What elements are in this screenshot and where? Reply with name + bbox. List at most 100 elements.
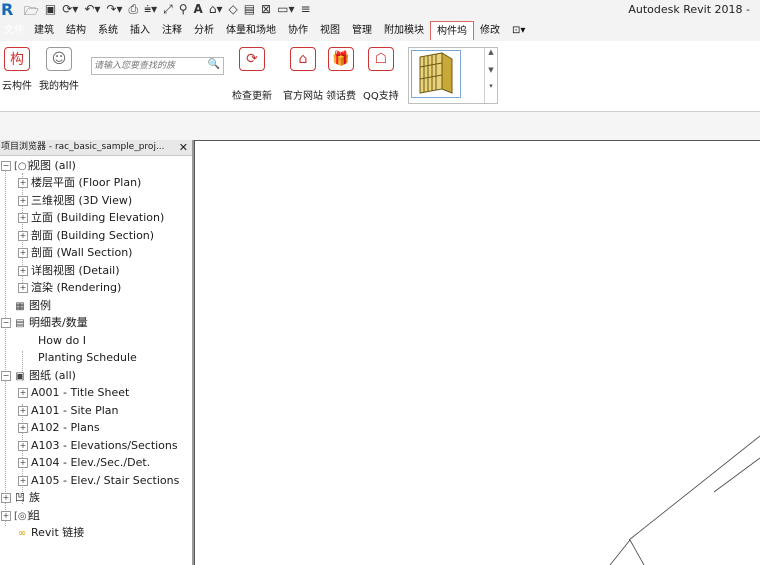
- collapse-icon[interactable]: −: [1, 318, 11, 328]
- ribbon-footer-band: [0, 112, 760, 141]
- tab-component-dock[interactable]: 构件坞: [430, 21, 474, 40]
- tab-structure[interactable]: 结构: [60, 21, 92, 40]
- family-search-box: 🔍: [91, 57, 224, 75]
- expand-icon[interactable]: +: [18, 406, 28, 416]
- cloud-component-icon: 构: [4, 47, 30, 71]
- close-icon[interactable]: ✕: [179, 140, 188, 155]
- expand-icon[interactable]: +: [18, 458, 28, 468]
- tree-node-schedules[interactable]: − ▤ 明细表/数量: [1, 314, 88, 331]
- tree-node-how-do-i[interactable]: How do I: [38, 332, 86, 349]
- tab-analyze[interactable]: 分析: [188, 21, 220, 40]
- tree-node-a001[interactable]: + A001 - Title Sheet: [18, 384, 129, 401]
- legend-icon: ▦: [15, 301, 25, 312]
- expand-icon[interactable]: +: [18, 441, 28, 451]
- link-icon: ∞: [17, 528, 27, 539]
- expand-icon[interactable]: +: [18, 178, 28, 188]
- my-component-button[interactable]: ☺ 我的构件: [39, 47, 79, 92]
- tab-modify[interactable]: 修改: [474, 21, 506, 40]
- tab-manage[interactable]: 管理: [346, 21, 378, 40]
- group-icon: [◎]: [14, 511, 31, 522]
- cloud-component-button[interactable]: 构 云构件: [2, 47, 32, 92]
- ribbon-panel: 构 云构件 ☺ 我的构件 🔍 ⟳ 检查更新 ⌂ 官方网站 🎁 领话费 ☖ QQ支…: [0, 41, 760, 112]
- tree-node-legends[interactable]: ▦ 图例: [14, 297, 51, 314]
- component-gallery[interactable]: ▲ ▼ ▾: [408, 47, 498, 104]
- scroll-down-icon[interactable]: ▼: [485, 66, 497, 74]
- collapse-icon[interactable]: −: [1, 161, 11, 171]
- family-icon: 凹: [15, 493, 25, 504]
- gallery-expand-icon[interactable]: ▾: [485, 82, 497, 90]
- search-icon[interactable]: 🔍: [208, 59, 220, 70]
- model-lines: [609, 435, 760, 565]
- tree-node-a102[interactable]: + A102 - Plans: [18, 419, 100, 436]
- cloud-component-label: 云构件: [2, 81, 32, 92]
- get-coins-button[interactable]: 🎁 领话费: [326, 47, 356, 102]
- tab-insert[interactable]: 插入: [124, 21, 156, 40]
- tree-node-planting-schedule[interactable]: Planting Schedule: [38, 349, 137, 366]
- tree-node-sheets[interactable]: − ▣ 图纸 (all): [1, 367, 76, 384]
- tree-node-3d-view[interactable]: + 三维视图 (3D View): [18, 192, 132, 209]
- my-component-label: 我的构件: [39, 81, 79, 92]
- tab-collaborate[interactable]: 协作: [282, 21, 314, 40]
- expand-icon[interactable]: +: [18, 283, 28, 293]
- tab-architecture[interactable]: 建筑: [28, 21, 60, 40]
- refresh-icon: ⟳: [239, 47, 265, 71]
- tab-file[interactable]: 文件: [0, 21, 28, 40]
- tree-node-floor-plan[interactable]: + 楼层平面 (Floor Plan): [18, 174, 141, 191]
- tree-node-a101[interactable]: + A101 - Site Plan: [18, 402, 119, 419]
- qq-icon: ☖: [367, 47, 394, 71]
- expand-icon[interactable]: +: [1, 511, 11, 521]
- tab-panel-toggle[interactable]: ⊡▾: [506, 21, 531, 40]
- tab-view[interactable]: 视图: [314, 21, 346, 40]
- expand-icon[interactable]: +: [1, 493, 11, 503]
- expand-icon[interactable]: +: [18, 196, 28, 206]
- revit-logo-icon[interactable]: R: [1, 0, 13, 19]
- drawing-canvas[interactable]: [194, 140, 760, 565]
- check-update-button[interactable]: ⟳ 检查更新: [232, 47, 272, 102]
- tree-node-building-elevation[interactable]: + 立面 (Building Elevation): [18, 209, 164, 226]
- official-site-label: 官方网站: [283, 91, 323, 102]
- tree-node-a103[interactable]: + A103 - Elevations/Sections: [18, 437, 178, 454]
- official-site-button[interactable]: ⌂ 官方网站: [283, 47, 323, 102]
- expand-icon[interactable]: +: [18, 388, 28, 398]
- sheet-icon: ▣: [15, 371, 25, 382]
- expand-icon[interactable]: +: [18, 231, 28, 241]
- tree-node-wall-section[interactable]: + 剖面 (Wall Section): [18, 244, 132, 261]
- tab-systems[interactable]: 系统: [92, 21, 124, 40]
- tab-addins[interactable]: 附加模块: [378, 21, 430, 40]
- qq-support-button[interactable]: ☖ QQ支持: [363, 47, 399, 102]
- get-coins-label: 领话费: [326, 91, 356, 102]
- tree-node-views[interactable]: − [○]视图 (all): [1, 157, 76, 174]
- app-title: Autodesk Revit 2018 -: [628, 3, 750, 16]
- scroll-up-icon[interactable]: ▲: [485, 48, 497, 56]
- user-avatar-icon: ☺: [46, 47, 72, 71]
- tree-node-a105[interactable]: + A105 - Elev./ Stair Sections: [18, 472, 179, 489]
- tree-node-families[interactable]: + 凹族: [1, 489, 40, 506]
- tree-node-groups[interactable]: + [◎]组: [1, 507, 40, 524]
- tree-node-rendering[interactable]: + 渲染 (Rendering): [18, 279, 121, 296]
- quick-access-toolbar: R 🗁 ▣ ⟳▾ ↶▾ ↷▾ ⎙ ⩧▾ ⤢ ⚲ A ⌂▾ ◇ ▤ ⊠ ▭▾ ≡ …: [0, 0, 760, 20]
- expand-icon[interactable]: +: [18, 266, 28, 276]
- expand-icon[interactable]: +: [18, 248, 28, 258]
- tab-massing-site[interactable]: 体量和场地: [220, 21, 282, 40]
- expand-icon[interactable]: +: [18, 476, 28, 486]
- collapse-icon[interactable]: −: [1, 371, 11, 381]
- tree-node-revit-links[interactable]: ∞ Revit 链接: [16, 524, 84, 541]
- project-browser-title: 项目浏览器 - rac_basic_sample_proj...: [1, 142, 165, 152]
- schedule-icon: ▤: [15, 318, 25, 329]
- ribbon-tabs: 文件 建筑 结构 系统 插入 注释 分析 体量和场地 协作 视图 管理 附加模块…: [0, 20, 760, 41]
- qq-support-label: QQ支持: [363, 91, 399, 102]
- project-browser: 项目浏览器 - rac_basic_sample_proj... ✕ − [○]视…: [0, 140, 194, 565]
- tree-node-a104[interactable]: + A104 - Elev./Sec./Det.: [18, 454, 150, 471]
- expand-icon[interactable]: +: [18, 423, 28, 433]
- tree-node-detail[interactable]: + 详图视图 (Detail): [18, 262, 119, 279]
- gift-icon: 🎁: [328, 47, 354, 71]
- gallery-thumbnail[interactable]: [411, 50, 461, 98]
- tab-annotate[interactable]: 注释: [156, 21, 188, 40]
- expand-icon[interactable]: +: [18, 213, 28, 223]
- family-search-input[interactable]: [94, 59, 204, 73]
- railing-component-icon: [419, 52, 453, 94]
- view-icon: [○]: [14, 161, 31, 172]
- gallery-scroll[interactable]: ▲ ▼ ▾: [484, 48, 497, 103]
- home-icon: ⌂: [290, 47, 316, 71]
- tree-node-building-section[interactable]: + 剖面 (Building Section): [18, 227, 154, 244]
